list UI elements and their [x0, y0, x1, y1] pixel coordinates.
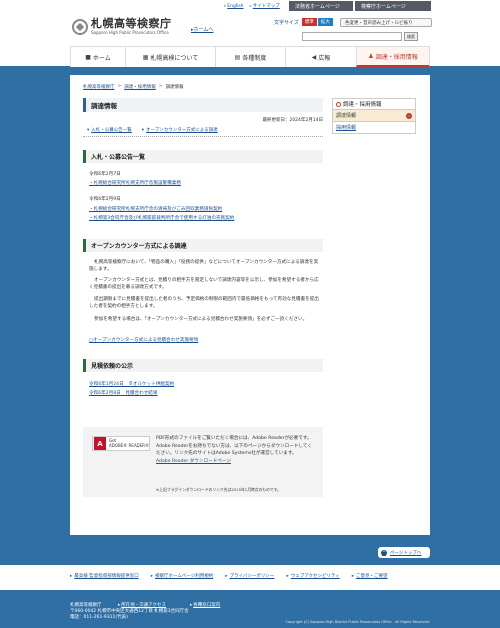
- page-anchors: 入札・公募公告一覧 オープンカウンター方式による調達: [83, 127, 323, 137]
- footer-link-supervision[interactable]: 最高検 監督指導部情報提供窓口: [70, 573, 138, 579]
- adobe-line-1: PDF形式のファイルをご覧いただく場合には、Adobe Readerが必要です。: [156, 436, 312, 441]
- font-size-label: 文字サイズ: [274, 19, 299, 26]
- oc-guideline-link[interactable]: ○オープンカウンター方式による見積合わせ実施要領: [89, 337, 198, 343]
- font-size-control: 文字サイズ 標準 拡大: [274, 18, 334, 26]
- adobe-icon: A: [94, 437, 106, 450]
- page-title: 調達情報: [83, 98, 323, 112]
- logo-subtitle: Sapporo High Public Prosecutors Office: [91, 30, 169, 35]
- bid-link-2[interactable]: ・札幌総合研究所札幌支所庁舎の清掃及びごみ回収業務請負契約: [89, 206, 222, 212]
- section-bids-heading: 入札・公募公告一覧: [83, 150, 323, 163]
- font-large-button[interactable]: 拡大: [317, 18, 333, 26]
- side-item-procurement[interactable]: 調達情報 ›: [332, 110, 416, 122]
- bid-date-1: 令和6年2月7日: [89, 172, 121, 177]
- system-icon: ▤: [234, 53, 241, 61]
- bid-date-2: 令和6年2月9日: [89, 197, 121, 202]
- anchor-open-counter[interactable]: オープンカウンター方式による調達: [142, 127, 218, 133]
- footer-link-accessibility[interactable]: ウェブアクセシビリティ: [286, 573, 340, 579]
- building-icon: ▦: [142, 53, 149, 61]
- footer-link-privacy[interactable]: プライバシーポリシー: [225, 573, 275, 579]
- top-links: English サイトマップ: [224, 3, 286, 10]
- nav-about[interactable]: ▦ 札幌高検について: [125, 47, 215, 67]
- section-quote-heading: 見積依頼の公示: [83, 359, 323, 372]
- arrow-up-icon: ^: [381, 549, 387, 556]
- side-nav: 調達・採用情報 調達情報 › 採用情報: [332, 98, 416, 134]
- footer-link-terms[interactable]: 検察庁ホームページ利用規約: [151, 573, 213, 579]
- search-input[interactable]: [302, 32, 402, 41]
- sitemap-link[interactable]: サイトマップ: [250, 3, 280, 9]
- nav-procurement[interactable]: ♟ 調達・採用情報: [356, 47, 430, 67]
- bid-link-3[interactable]: ・札幌第3合同庁舎及び札幌家庭裁判所庁舎で使用する灯油の売買契約: [89, 215, 234, 221]
- breadcrumb: 札幌高等検察庁 > 調達・採用情報 > 調達情報: [83, 84, 184, 90]
- person-icon: ♟: [368, 52, 374, 60]
- footer-link-feedback[interactable]: ご意見・ご要望: [352, 573, 388, 579]
- footer-nav: 最高検 監督指導部情報提供窓口 検察庁ホームページ利用規約 プライバシーポリシー…: [0, 565, 500, 590]
- side-nav-heading: 調達・採用情報: [332, 98, 416, 110]
- site-footer: 札幌高等検察庁 〒060-0042 札幌市中央区大通西12丁目 札幌第3合同庁舎…: [0, 598, 500, 628]
- logo-title: 札幌高等検察庁: [91, 17, 172, 30]
- arrow-right-icon: ›: [406, 112, 412, 119]
- footer-counter-link[interactable]: 各種窓口案内: [190, 602, 220, 608]
- adobe-download-link[interactable]: Adobe Reader ダウンロードページ: [156, 459, 231, 464]
- adobe-note: ※上記プラグインダウンロードのリンク先は2015年1月時点のものです。: [156, 487, 281, 492]
- kensatsu-homepage-tab[interactable]: 検察庁ホームページ: [355, 1, 431, 11]
- adobe-text: PDF形式のファイルをご覧いただく場合には、Adobe Readerが必要です。…: [156, 435, 316, 465]
- nav-pr[interactable]: ◀ 広報: [285, 47, 356, 67]
- english-link[interactable]: English: [224, 4, 243, 9]
- section-open-counter-heading: オープンカウンター方式による調達: [83, 239, 323, 252]
- bid-link-1[interactable]: ・札幌総合研究所札幌支所庁舎施設警備業務: [89, 180, 181, 186]
- circle-icon: [336, 101, 341, 107]
- megaphone-icon: ◀: [311, 53, 317, 61]
- oc-paragraph-1: 札幌高等検察庁において、「物品の購入」「役務の提供」などについてオープンカウンタ…: [89, 260, 319, 272]
- footer-access-link[interactable]: 所在地・交通アクセス: [118, 602, 166, 608]
- moj-homepage-tab[interactable]: 法務省ホームページ: [289, 1, 353, 11]
- breadcrumb-home[interactable]: 札幌高等検察庁: [83, 84, 115, 90]
- site-header: 札幌高等検察庁 Sapporo High Public Prosecutors …: [0, 0, 500, 67]
- oc-paragraph-4: 参加を希望する場合は、「オープンカウンター方式による見積合わせ実施要領」を必ずご…: [94, 317, 308, 322]
- main-content: 調達情報 最終更新日：2024年2月14日 入札・公募公告一覧 オープンカウンタ…: [83, 98, 323, 467]
- site-logo[interactable]: 札幌高等検察庁 Sapporo High Public Prosecutors …: [72, 18, 172, 35]
- side-item-recruitment[interactable]: 採用情報: [332, 122, 416, 134]
- search-button[interactable]: 検索: [404, 32, 418, 41]
- global-nav: ■ ホーム ▦ 札幌高検について ▤ 各種制度 ◀ 広報 ♟ 調達・採用情報: [70, 46, 430, 67]
- home-link[interactable]: ▸ホームへ: [191, 26, 213, 33]
- page-top-button[interactable]: ^ ページトップへ: [378, 547, 430, 558]
- emblem-icon: [72, 18, 88, 35]
- oc-paragraph-3: 提出期限までに見積書を提出した者のうち、予定価格の制限の範囲内で最低価格をもって…: [89, 297, 319, 309]
- font-standard-button[interactable]: 標準: [301, 18, 317, 26]
- last-updated: 最終更新日：2024年2月14日: [262, 118, 323, 123]
- footer-tel: 電話：011-261-9311(代表): [70, 615, 128, 620]
- copyright: Copyright (C) Sapporo High District Publ…: [285, 620, 430, 624]
- oc-paragraph-2: オープンカウンター方式とは、見積りの相手方を限定しないで調達内容等を公示し、参加…: [89, 278, 319, 290]
- quote-link-2[interactable]: 令和6年2月8日 見積合わせ結果: [89, 390, 158, 396]
- home-icon: ■: [85, 53, 91, 61]
- content-card: 札幌高等検察庁 > 調達・採用情報 > 調達情報 調達情報 最終更新日：2024…: [70, 75, 430, 535]
- adobe-line-2: Adobe Readerをお持ちでない方は、以下のページからダウンロードしてくだ…: [156, 443, 312, 457]
- accessibility-button[interactable]: 色変更・音声読み上げ・ルビ振り: [340, 18, 432, 27]
- breadcrumb-current: 調達情報: [165, 85, 184, 90]
- nav-home[interactable]: ■ ホーム: [70, 47, 125, 67]
- breadcrumb-procurement[interactable]: 調達・採用情報: [124, 84, 156, 90]
- adobe-reader-logo[interactable]: A Get ADOBE® READER®: [92, 436, 150, 451]
- anchor-bids[interactable]: 入札・公募公告一覧: [87, 127, 132, 133]
- quote-link-1[interactable]: 令和6年1月24日 タオルケット供給契約: [89, 381, 174, 387]
- adobe-reader-box: A Get ADOBE® READER® PDF形式のファイルをご覧いただく場合に…: [83, 427, 323, 497]
- nav-systems[interactable]: ▤ 各種制度: [215, 47, 285, 67]
